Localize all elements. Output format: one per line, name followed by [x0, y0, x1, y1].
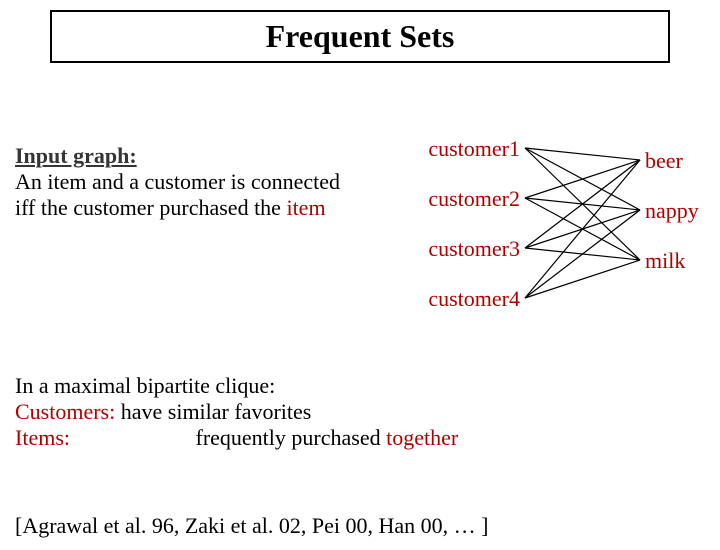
body-text-block: In a maximal bipartite clique: Customers…: [15, 373, 665, 451]
input-graph-heading: Input graph:: [15, 143, 385, 169]
item-node-3: milk: [645, 248, 715, 274]
customer-node-2: customer2: [410, 186, 520, 212]
customer-node-3: customer3: [410, 236, 520, 262]
citation-text: [Agrawal et al. 96, Zaki et al. 02, Pei …: [15, 513, 695, 539]
input-graph-line2: iff the customer purchased the item: [15, 195, 385, 221]
item-node-2: nappy: [645, 198, 715, 224]
slide-title: Frequent Sets: [50, 10, 670, 63]
body-line-1: In a maximal bipartite clique:: [15, 373, 665, 399]
customer-node-4: customer4: [410, 286, 520, 312]
input-graph-line1: An item and a customer is connected: [15, 169, 385, 195]
title-text: Frequent Sets: [266, 18, 455, 54]
item-node-1: beer: [645, 148, 715, 174]
body-line-items: Items: frequently purchased together: [15, 425, 665, 451]
bipartite-graph: customer1 customer2 customer3 customer4 …: [420, 128, 720, 363]
customer-node-1: customer1: [410, 136, 520, 162]
input-graph-block: Input graph: An item and a customer is c…: [15, 143, 385, 221]
body-line-customers: Customers: have similar favorites: [15, 399, 665, 425]
